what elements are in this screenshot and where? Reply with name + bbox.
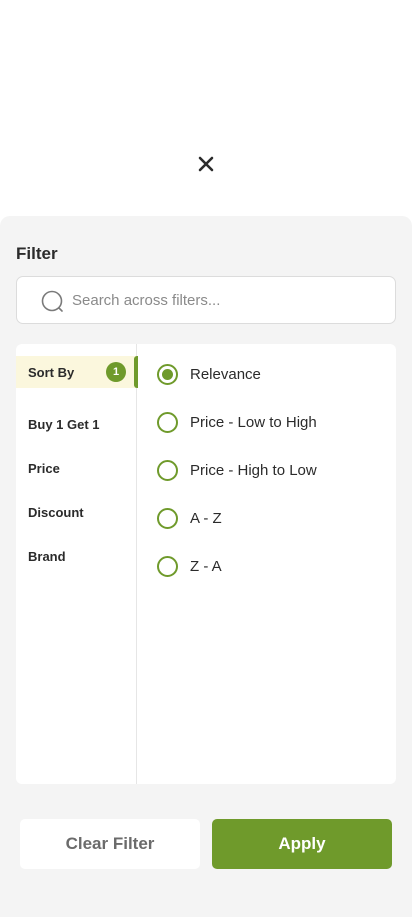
- filter-sheet: Filter Sort By 1 Buy 1 Get 1 Price Disco…: [0, 216, 412, 917]
- filter-title: Filter: [16, 244, 58, 263]
- close-icon: [198, 156, 214, 172]
- selected-count-badge: 1: [106, 362, 126, 382]
- radio-unselected-icon: [157, 507, 178, 529]
- clear-filter-button[interactable]: Clear Filter: [20, 819, 200, 869]
- category-brand[interactable]: Brand: [16, 540, 137, 572]
- option-label: Z - A: [190, 557, 222, 575]
- search-icon: [41, 290, 63, 312]
- category-sort-by[interactable]: Sort By 1: [16, 356, 138, 388]
- radio-unselected-icon: [157, 555, 178, 577]
- filter-panel: Sort By 1 Buy 1 Get 1 Price Discount Bra…: [16, 344, 396, 784]
- sort-option-relevance[interactable]: Relevance: [157, 362, 261, 386]
- search-box[interactable]: [16, 276, 396, 324]
- sort-option-z-a[interactable]: Z - A: [157, 554, 222, 578]
- category-list: Sort By 1 Buy 1 Get 1 Price Discount Bra…: [16, 344, 138, 784]
- option-label: A - Z: [190, 509, 222, 527]
- category-buy-1-get-1[interactable]: Buy 1 Get 1: [16, 408, 137, 440]
- category-label: Discount: [28, 504, 84, 520]
- close-button[interactable]: [190, 148, 222, 180]
- option-label: Price - Low to High: [190, 413, 317, 431]
- active-indicator: [134, 356, 138, 388]
- sort-option-price-low-high[interactable]: Price - Low to High: [157, 410, 317, 434]
- option-label: Relevance: [190, 365, 261, 383]
- category-label: Sort By: [28, 364, 75, 380]
- category-discount[interactable]: Discount: [16, 496, 137, 528]
- option-label: Price - High to Low: [190, 461, 317, 479]
- radio-unselected-icon: [157, 411, 178, 433]
- radio-unselected-icon: [157, 459, 178, 481]
- category-label: Price: [28, 460, 60, 476]
- category-label: Buy 1 Get 1: [28, 416, 100, 432]
- sort-option-price-high-low[interactable]: Price - High to Low: [157, 458, 317, 482]
- radio-selected-icon: [157, 363, 178, 385]
- search-input[interactable]: [72, 277, 382, 323]
- apply-button[interactable]: Apply: [212, 819, 392, 869]
- sort-option-a-z[interactable]: A - Z: [157, 506, 222, 530]
- category-label: Brand: [28, 548, 66, 564]
- category-price[interactable]: Price: [16, 452, 137, 484]
